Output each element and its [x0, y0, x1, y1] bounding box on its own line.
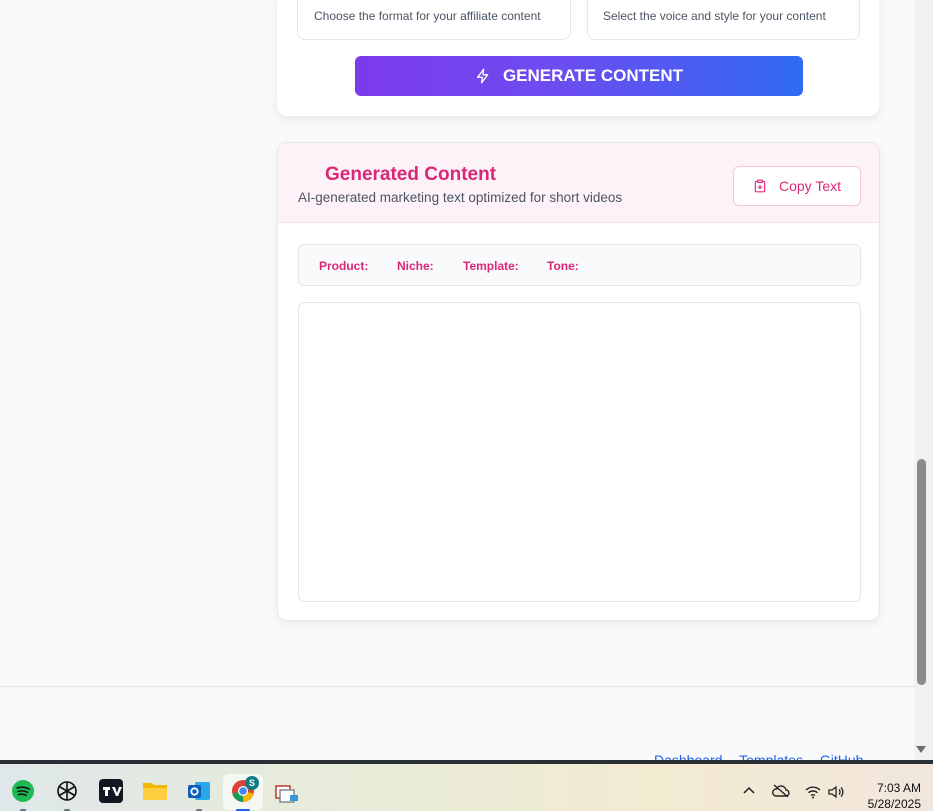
product-label: Product: [319, 259, 369, 273]
onedrive-offline-icon[interactable] [772, 784, 790, 801]
footer-link-dashboard[interactable]: Dashboard [654, 752, 723, 760]
tradingview-icon[interactable] [98, 778, 124, 804]
page-viewport: Choose the format for your affiliate con… [0, 0, 914, 760]
generate-content-label: GENERATE CONTENT [502, 66, 684, 85]
clipboard-icon [754, 179, 766, 193]
generated-text-area[interactable] [298, 302, 861, 602]
generated-content-subtitle: AI-generated marketing text optimized fo… [298, 190, 623, 205]
scrollbar-thumb[interactable] [917, 459, 926, 685]
footer-link-templates[interactable]: Templates [739, 752, 803, 760]
tone-label: Tone: [547, 259, 579, 273]
generate-content-button[interactable]: GENERATE CONTENT [355, 56, 803, 96]
footer-link-github[interactable]: GitHub [820, 752, 864, 760]
taskbar-clock[interactable]: 7:03 AM 5/28/2025 [859, 780, 921, 811]
copy-text-button[interactable]: Copy Text [733, 166, 861, 206]
outlook-icon[interactable] [186, 778, 212, 804]
template-label: Template: [463, 259, 519, 273]
wifi-icon[interactable] [805, 785, 821, 802]
footer-links: Dashboard Templates GitHub [654, 752, 876, 760]
niche-label: Niche: [397, 259, 434, 273]
stacked-windows-icon[interactable] [274, 780, 300, 806]
chatgpt-icon[interactable] [54, 778, 80, 804]
generated-content-title: Generated Content [325, 164, 497, 185]
lightning-icon [476, 68, 489, 84]
tone-helper-text: Select the voice and style for your cont… [603, 9, 826, 23]
generated-content-card: Generated Content AI-generated marketing… [277, 142, 880, 621]
file-explorer-icon[interactable] [142, 778, 168, 804]
windows-taskbar: S 7:03 AM 5/28/2025 [0, 760, 933, 811]
show-hidden-icons-chevron-icon[interactable] [742, 784, 756, 801]
format-field: Choose the format for your affiliate con… [297, 0, 571, 40]
chrome-profile-badge: S [245, 776, 259, 790]
spotify-icon[interactable] [10, 778, 36, 804]
footer-divider [0, 686, 914, 687]
clock-time: 7:03 AM [876, 781, 921, 795]
volume-icon[interactable] [828, 785, 846, 802]
format-helper-text: Choose the format for your affiliate con… [314, 9, 541, 23]
generated-content-header: Generated Content AI-generated marketing… [278, 143, 879, 223]
scroll-down-arrow-icon[interactable] [916, 746, 926, 753]
clock-date: 5/28/2025 [867, 797, 921, 811]
copy-text-label: Copy Text [779, 178, 841, 194]
content-form-card: Choose the format for your affiliate con… [277, 0, 879, 116]
vertical-scrollbar[interactable] [914, 0, 933, 760]
tone-field: Select the voice and style for your cont… [587, 0, 860, 40]
content-meta-bar: Product: Niche: Template: Tone: [298, 244, 861, 286]
